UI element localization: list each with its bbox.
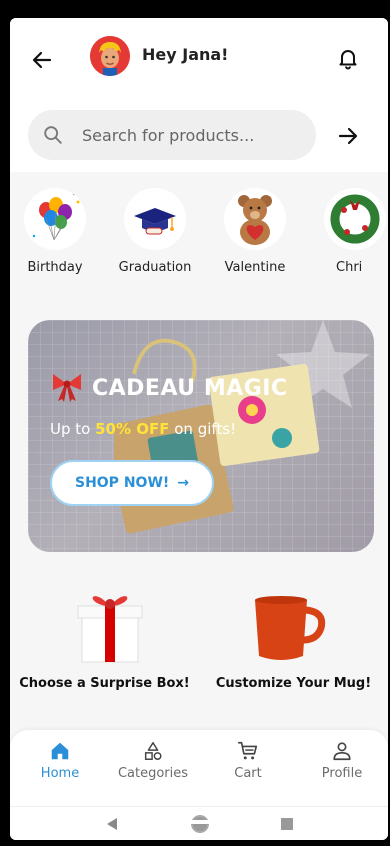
profile-icon xyxy=(333,742,351,761)
nav-label: Home xyxy=(40,766,80,781)
category-label: Birthday xyxy=(27,260,83,275)
system-recents-icon[interactable] xyxy=(280,817,294,831)
app-screen: Hey Jana! Search for products... Birthda… xyxy=(10,18,388,840)
nav-label: Profile xyxy=(321,766,363,781)
customize-mug-label: Customize Your Mug! xyxy=(215,676,372,691)
category-valentine[interactable]: Valentine xyxy=(210,186,300,286)
arrow-right-icon: → xyxy=(177,475,189,491)
forward-arrow-icon[interactable] xyxy=(336,124,360,148)
shop-now-button[interactable]: SHOP NOW! → xyxy=(50,460,214,506)
gesture-bar[interactable] xyxy=(122,820,258,824)
cart-icon xyxy=(238,741,258,760)
banner-subtitle: Up to 50% OFF on gifts! xyxy=(50,420,236,438)
nav-profile[interactable]: Profile xyxy=(302,740,382,788)
home-icon xyxy=(51,742,69,760)
banner-title: CADEAU MAGIC xyxy=(92,376,288,401)
promo-banner[interactable]: CADEAU MAGIC Up to 50% OFF on gifts! SHO… xyxy=(28,320,374,552)
category-strip: Birthday Graduation Valentine Chri xyxy=(10,186,388,286)
balloons-icon xyxy=(24,188,86,250)
nav-label: Categories xyxy=(117,766,189,781)
greeting-text: Hey Jana! xyxy=(142,45,229,64)
system-back-icon[interactable] xyxy=(105,817,119,831)
wreath-icon xyxy=(324,188,386,250)
search-bar[interactable] xyxy=(28,110,316,160)
banner-subtitle-suffix: on gifts! xyxy=(169,420,237,438)
ribbon-icon xyxy=(53,374,81,402)
category-christmas[interactable]: Chri xyxy=(310,186,388,286)
nav-cart[interactable]: Cart xyxy=(208,740,288,788)
nav-home[interactable]: Home xyxy=(20,740,100,788)
category-label: Graduation xyxy=(118,260,192,275)
surprise-box-label: Choose a Surprise Box! xyxy=(19,676,190,691)
search-icon xyxy=(44,126,62,144)
nav-label: Cart xyxy=(234,766,262,781)
system-home-icon[interactable] xyxy=(190,814,210,834)
search-input[interactable] xyxy=(82,110,302,160)
shop-now-label: SHOP NOW! xyxy=(74,475,170,491)
avatar[interactable] xyxy=(90,36,130,76)
category-label: Valentine xyxy=(224,260,286,275)
discount-highlight: 50% OFF xyxy=(95,420,170,438)
avatar-face-icon xyxy=(90,36,130,76)
customize-mug-card[interactable]: Customize Your Mug! xyxy=(199,584,388,704)
category-birthday[interactable]: Birthday xyxy=(10,186,100,286)
category-label: Chri xyxy=(336,260,363,275)
mug-icon xyxy=(255,596,326,660)
bell-icon[interactable] xyxy=(336,46,360,70)
teddy-bear-icon xyxy=(224,188,286,250)
back-arrow-icon[interactable] xyxy=(30,48,54,72)
header: Hey Jana! xyxy=(10,18,388,172)
graduation-cap-icon xyxy=(124,188,186,250)
category-graduation[interactable]: Graduation xyxy=(110,186,200,286)
banner-subtitle-prefix: Up to xyxy=(50,420,96,438)
surprise-box-card[interactable]: Choose a Surprise Box! xyxy=(10,584,199,704)
shapes-icon xyxy=(144,742,162,760)
gift-box-icon xyxy=(77,596,143,663)
nav-categories[interactable]: Categories xyxy=(113,740,193,788)
